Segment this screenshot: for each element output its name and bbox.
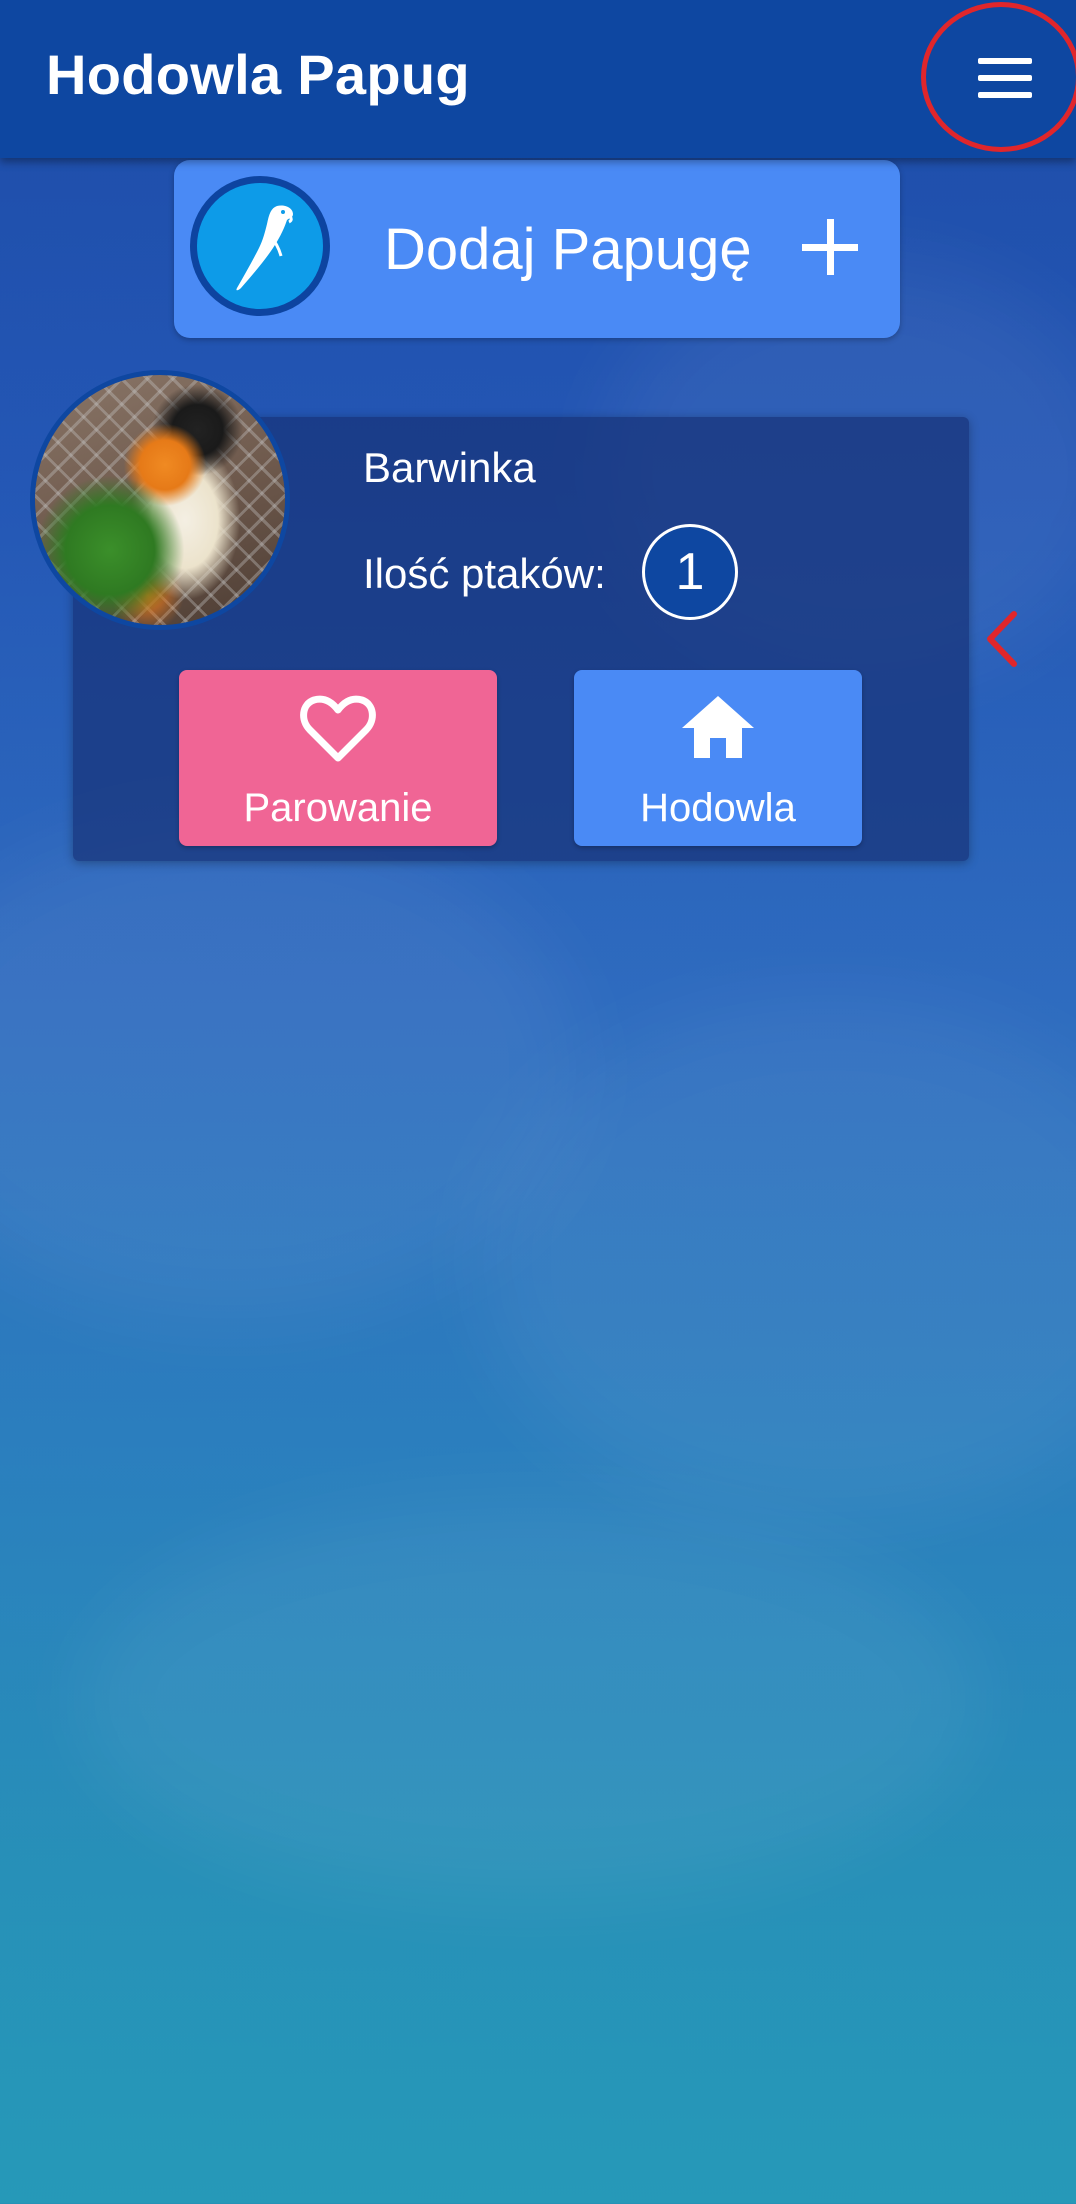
app-bar: Hodowla Papug xyxy=(0,0,1076,158)
parrot-icon xyxy=(236,205,293,291)
expand-chevron-button[interactable] xyxy=(980,604,1030,674)
bird-count-badge: 1 xyxy=(642,524,738,620)
plus-icon xyxy=(802,202,892,292)
pairing-button[interactable]: Parowanie xyxy=(179,670,497,846)
parrot-photo[interactable] xyxy=(30,370,290,630)
breeding-label: Hodowla xyxy=(640,786,796,830)
home-icon xyxy=(682,696,754,758)
parrot-name: Barwinka xyxy=(363,444,536,491)
chevron-left-icon xyxy=(987,611,1017,667)
breeding-button[interactable]: Hodowla xyxy=(574,670,862,846)
add-parrot-label: Dodaj Papugę xyxy=(384,217,752,282)
heart-icon xyxy=(300,695,376,762)
pairing-label: Parowanie xyxy=(243,786,433,830)
app-title: Hodowla Papug xyxy=(46,43,470,106)
add-parrot-avatar xyxy=(190,176,330,316)
bird-count-label: Ilość ptaków: xyxy=(363,550,606,597)
menu-button[interactable] xyxy=(960,40,1050,116)
add-parrot-button[interactable]: Dodaj Papugę xyxy=(174,160,900,338)
